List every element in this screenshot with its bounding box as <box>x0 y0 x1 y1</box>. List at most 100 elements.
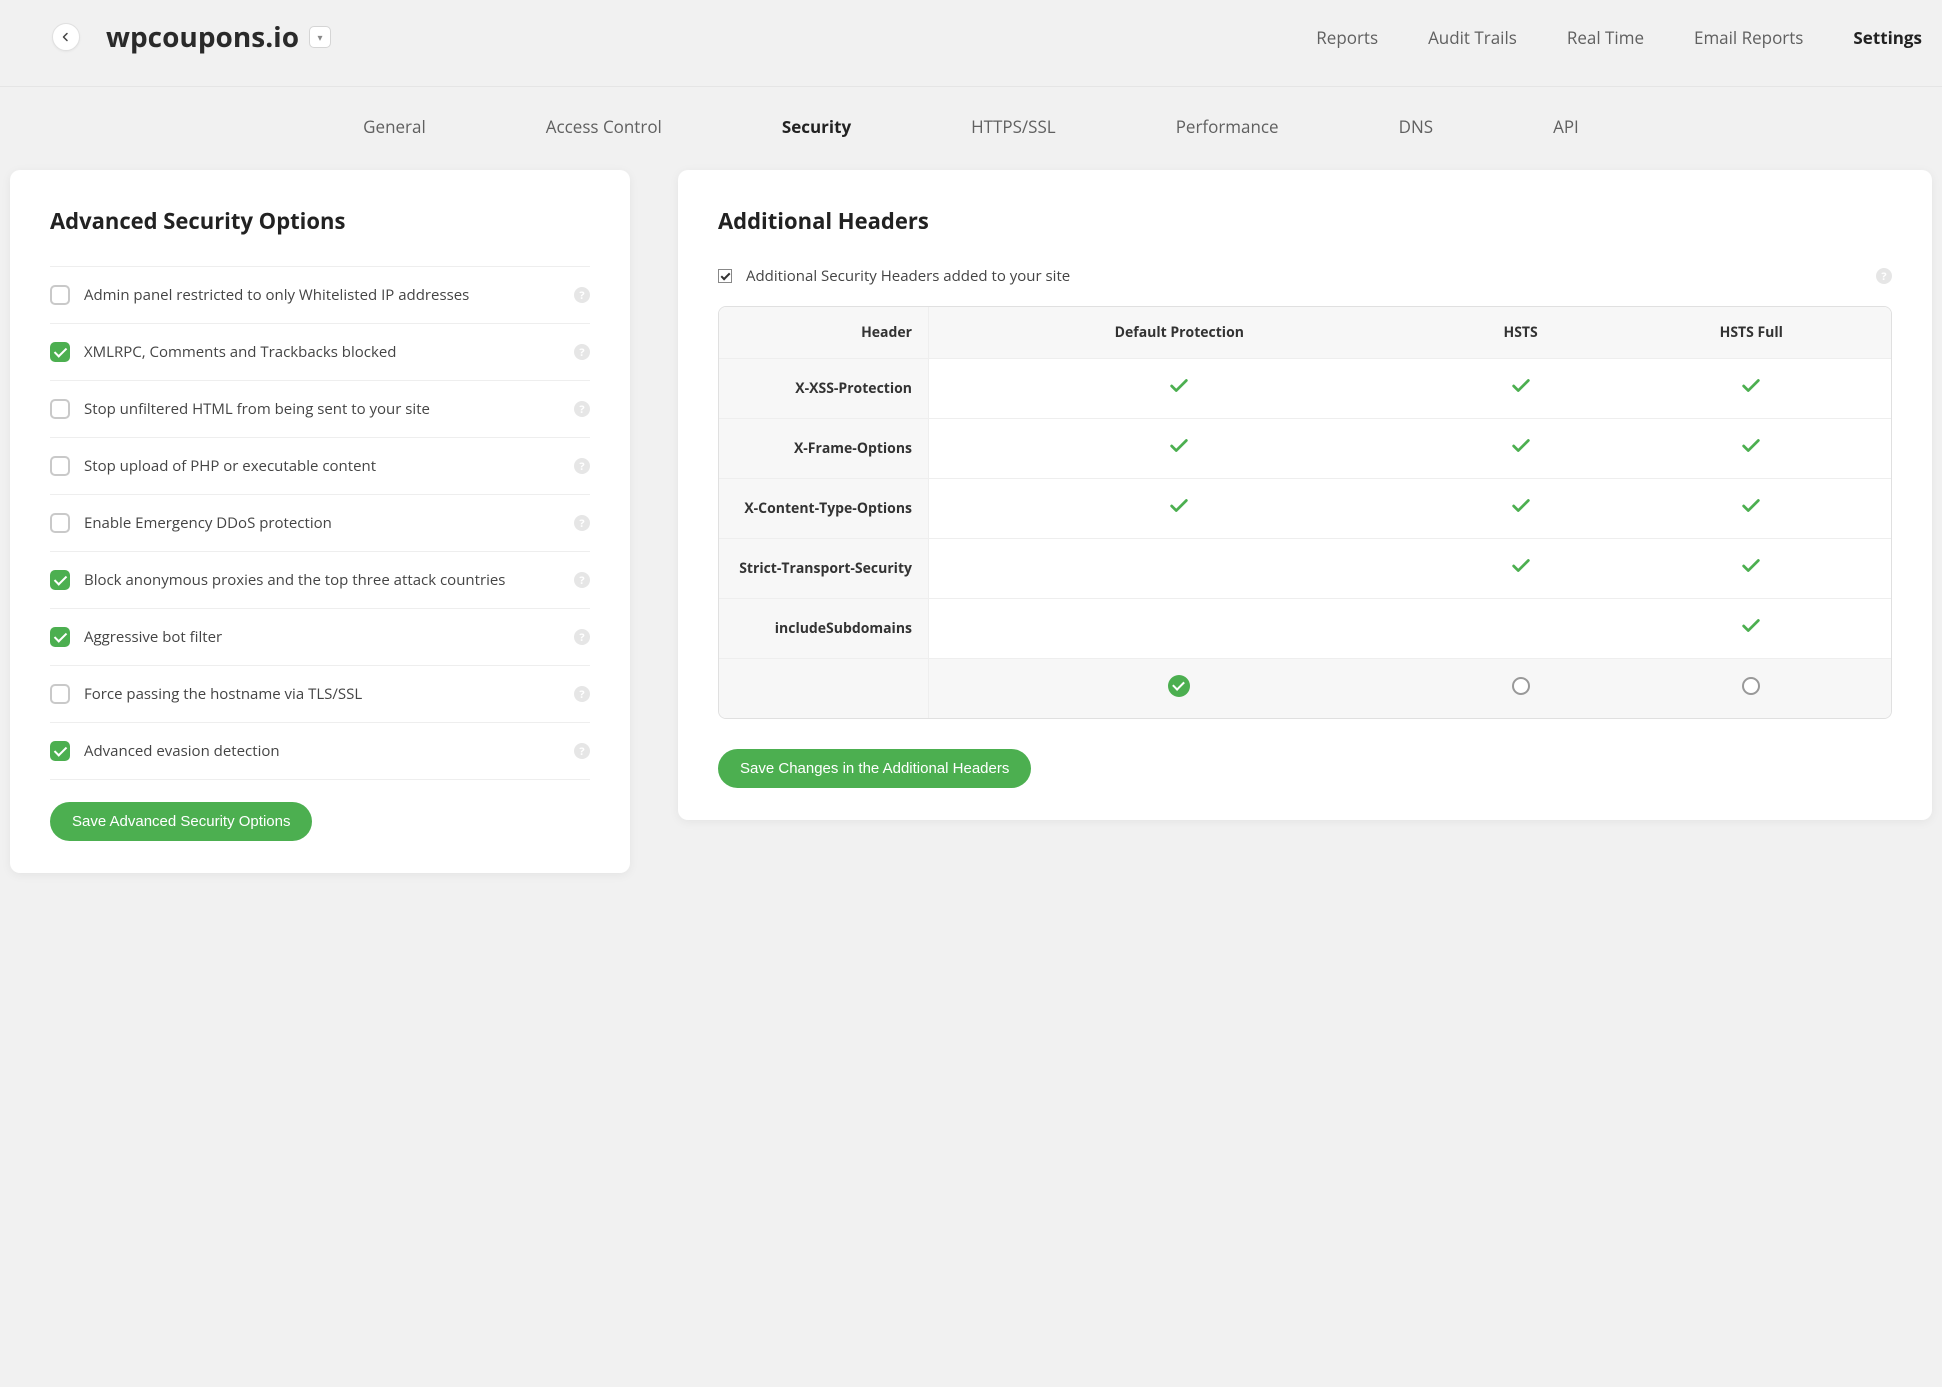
header-cell <box>1612 359 1891 419</box>
security-option-row: Admin panel restricted to only Whitelist… <box>50 267 590 324</box>
security-option-label: Block anonymous proxies and the top thre… <box>84 570 574 590</box>
header-col-name: Header <box>719 307 929 359</box>
security-options-list: Admin panel restricted to only Whitelist… <box>50 266 590 780</box>
check-icon <box>1740 443 1762 462</box>
check-icon <box>1740 623 1762 642</box>
site-switcher-dropdown[interactable]: ▾ <box>309 26 331 48</box>
nav-reports[interactable]: Reports <box>1316 26 1378 49</box>
security-option-label: Admin panel restricted to only Whitelist… <box>84 285 574 305</box>
check-icon <box>1740 563 1762 582</box>
help-icon[interactable]: ? <box>574 629 590 645</box>
additional-headers-enable-label: Additional Security Headers added to you… <box>746 266 1876 286</box>
security-option-label: Advanced evasion detection <box>84 741 574 761</box>
security-option-checkbox[interactable] <box>50 741 70 761</box>
header-row-name: Strict-Transport-Security <box>719 539 929 599</box>
headers-table: HeaderDefault ProtectionHSTSHSTS FullX-X… <box>718 306 1892 719</box>
header-level-radio[interactable] <box>1512 677 1530 695</box>
security-option-checkbox[interactable] <box>50 456 70 476</box>
help-icon[interactable]: ? <box>574 458 590 474</box>
header-cell <box>929 539 1430 599</box>
check-icon <box>1510 563 1532 582</box>
security-option-row: Block anonymous proxies and the top thre… <box>50 552 590 609</box>
header-cell <box>929 359 1430 419</box>
advanced-security-panel: Advanced Security Options Admin panel re… <box>10 170 630 873</box>
help-icon[interactable]: ? <box>1876 268 1892 284</box>
security-option-row: Force passing the hostname via TLS/SSL? <box>50 666 590 723</box>
header-row-name <box>719 659 929 718</box>
check-icon <box>1510 383 1532 402</box>
security-option-row: Enable Emergency DDoS protection? <box>50 495 590 552</box>
nav-real-time[interactable]: Real Time <box>1567 26 1644 49</box>
tab-access[interactable]: Access Control <box>546 115 662 138</box>
security-option-checkbox[interactable] <box>50 570 70 590</box>
header-row-name: X-Content-Type-Options <box>719 479 929 539</box>
security-option-row: Stop unfiltered HTML from being sent to … <box>50 381 590 438</box>
tab-api[interactable]: API <box>1553 115 1579 138</box>
check-icon <box>1510 503 1532 522</box>
help-icon[interactable]: ? <box>574 344 590 360</box>
help-icon[interactable]: ? <box>574 743 590 759</box>
help-icon[interactable]: ? <box>574 287 590 303</box>
tab-general[interactable]: General <box>363 115 426 138</box>
save-advanced-security-button[interactable]: Save Advanced Security Options <box>50 802 312 841</box>
header-col-hsts-full: HSTS Full <box>1612 307 1891 359</box>
security-option-checkbox[interactable] <box>50 684 70 704</box>
help-icon[interactable]: ? <box>574 686 590 702</box>
tab-https[interactable]: HTTPS/SSL <box>971 115 1056 138</box>
security-option-checkbox[interactable] <box>50 627 70 647</box>
security-option-checkbox[interactable] <box>50 513 70 533</box>
security-option-row: Advanced evasion detection? <box>50 723 590 780</box>
security-option-checkbox[interactable] <box>50 342 70 362</box>
header-cell <box>929 419 1430 479</box>
settings-sub-nav: General Access Control Security HTTPS/SS… <box>0 87 1942 170</box>
header-cell <box>929 599 1430 659</box>
header-level-radio[interactable] <box>1742 677 1760 695</box>
security-option-label: XMLRPC, Comments and Trackbacks blocked <box>84 342 574 362</box>
check-icon <box>1168 443 1190 462</box>
header-level-cell <box>1430 659 1612 718</box>
security-option-checkbox[interactable] <box>50 285 70 305</box>
security-option-label: Stop upload of PHP or executable content <box>84 456 574 476</box>
check-icon <box>1168 503 1190 522</box>
security-option-label: Enable Emergency DDoS protection <box>84 513 574 533</box>
primary-nav: Reports Audit Trails Real Time Email Rep… <box>1316 26 1922 49</box>
nav-email-reports[interactable]: Email Reports <box>1694 26 1803 49</box>
header-level-cell <box>929 659 1430 718</box>
check-icon <box>1740 383 1762 402</box>
additional-headers-enable-checkbox[interactable] <box>718 269 732 283</box>
help-icon[interactable]: ? <box>574 572 590 588</box>
help-icon[interactable]: ? <box>574 401 590 417</box>
header-cell <box>1612 479 1891 539</box>
security-option-label: Stop unfiltered HTML from being sent to … <box>84 399 574 419</box>
header-level-cell <box>1612 659 1891 718</box>
header-cell <box>1430 539 1612 599</box>
header-cell <box>1612 539 1891 599</box>
security-option-row: Aggressive bot filter? <box>50 609 590 666</box>
caret-down-icon: ▾ <box>318 30 323 44</box>
nav-audit-trails[interactable]: Audit Trails <box>1428 26 1517 49</box>
tab-dns[interactable]: DNS <box>1399 115 1433 138</box>
header-cell <box>1430 599 1612 659</box>
tab-security[interactable]: Security <box>782 115 851 138</box>
check-icon <box>1740 503 1762 522</box>
check-icon <box>1168 383 1190 402</box>
header-cell <box>1612 419 1891 479</box>
security-option-checkbox[interactable] <box>50 399 70 419</box>
help-icon[interactable]: ? <box>574 515 590 531</box>
header-row-name: X-Frame-Options <box>719 419 929 479</box>
header-cell <box>929 479 1430 539</box>
tab-performance[interactable]: Performance <box>1176 115 1279 138</box>
check-icon <box>1510 443 1532 462</box>
header-level-radio[interactable] <box>1168 675 1190 697</box>
back-button[interactable] <box>52 23 80 51</box>
security-option-label: Force passing the hostname via TLS/SSL <box>84 684 574 704</box>
save-additional-headers-button[interactable]: Save Changes in the Additional Headers <box>718 749 1031 788</box>
panel-title-additional-headers: Additional Headers <box>718 206 1892 236</box>
header-cell <box>1430 359 1612 419</box>
security-option-label: Aggressive bot filter <box>84 627 574 647</box>
security-option-row: XMLRPC, Comments and Trackbacks blocked? <box>50 324 590 381</box>
header-cell <box>1430 479 1612 539</box>
header-row-name: X-XSS-Protection <box>719 359 929 419</box>
header-col-hsts: HSTS <box>1430 307 1612 359</box>
nav-settings[interactable]: Settings <box>1853 26 1922 49</box>
